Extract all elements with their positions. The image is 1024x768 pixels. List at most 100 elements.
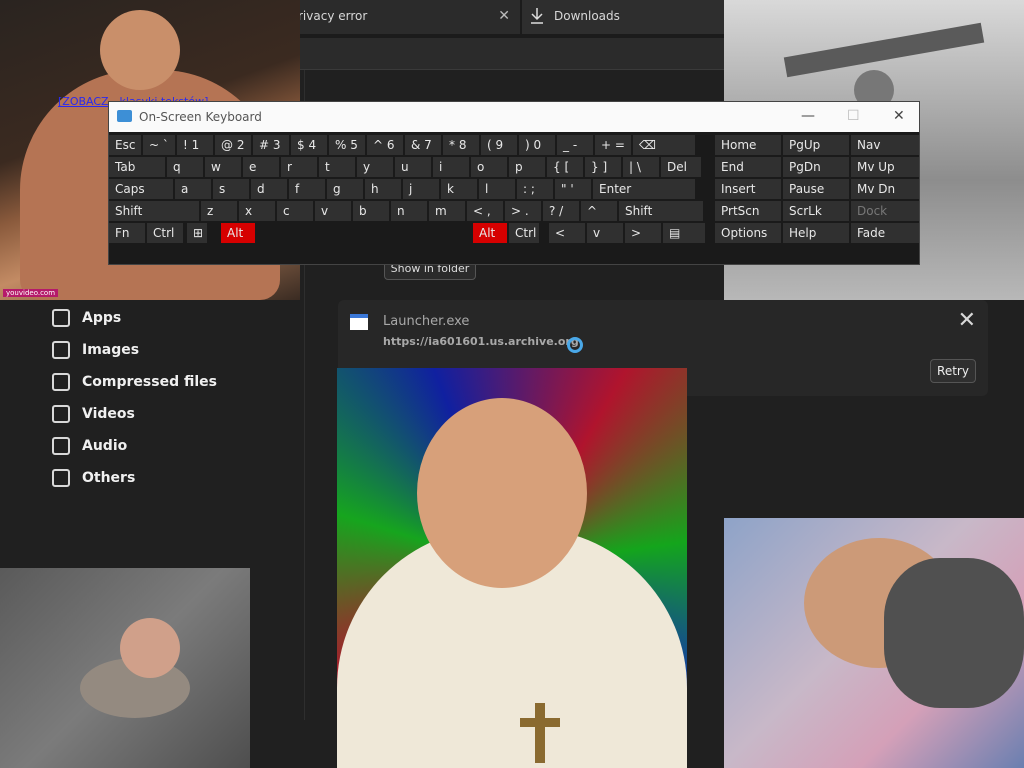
key-r[interactable]: r	[281, 157, 317, 177]
key-i[interactable]: i	[433, 157, 469, 177]
key-6[interactable]: ^ 6	[367, 135, 403, 155]
sidebar-item-audio[interactable]: Audio	[52, 435, 127, 457]
key-d[interactable]: d	[251, 179, 287, 199]
tab-privacy-error[interactable]: rivacy error ✕	[290, 0, 520, 34]
key-k[interactable]: k	[441, 179, 477, 199]
minimize-button[interactable]: —	[801, 108, 815, 124]
key-prtscn[interactable]: PrtScn	[715, 201, 781, 221]
download-filename[interactable]: Launcher.exe	[383, 314, 469, 329]
key-[interactable]: < ,	[467, 201, 503, 221]
key-insert[interactable]: Insert	[715, 179, 781, 199]
key-[interactable]: <	[549, 223, 585, 243]
key-mv-dn[interactable]: Mv Dn	[851, 179, 919, 199]
key-[interactable]: ^	[581, 201, 617, 221]
key-b[interactable]: b	[353, 201, 389, 221]
key-shift[interactable]: Shift	[619, 201, 703, 221]
key-[interactable]: : ;	[517, 179, 553, 199]
close-icon[interactable]: ✕	[958, 308, 976, 333]
key-pgdn[interactable]: PgDn	[783, 157, 849, 177]
retry-button[interactable]: Retry	[930, 359, 976, 383]
key-m[interactable]: m	[429, 201, 465, 221]
key-g[interactable]: g	[327, 179, 363, 199]
key-y[interactable]: y	[357, 157, 393, 177]
key-x[interactable]: x	[239, 201, 275, 221]
key-alt[interactable]: Alt	[221, 223, 255, 243]
key-caps[interactable]: Caps	[109, 179, 173, 199]
key-[interactable]: { [	[547, 157, 583, 177]
key-o[interactable]: o	[471, 157, 507, 177]
key-home[interactable]: Home	[715, 135, 781, 155]
key-u[interactable]: u	[395, 157, 431, 177]
key-[interactable]: } ]	[585, 157, 621, 177]
sidebar-item-compressed[interactable]: Compressed files	[52, 371, 217, 393]
on-screen-keyboard-window: On-Screen Keyboard — ☐ ✕ Esc ~ `! 1 @ 2 # 3…	[108, 101, 920, 265]
key-l[interactable]: l	[479, 179, 515, 199]
archive-icon	[52, 373, 70, 391]
key-dock[interactable]: Dock	[851, 201, 919, 221]
key-s[interactable]: s	[213, 179, 249, 199]
key-shift[interactable]: Shift	[109, 201, 199, 221]
sidebar-item-images[interactable]: Images	[52, 339, 139, 361]
key-v[interactable]: v	[315, 201, 351, 221]
key-9[interactable]: ( 9	[481, 135, 517, 155]
key-[interactable]: " '	[555, 179, 591, 199]
key-[interactable]: _ -	[557, 135, 593, 155]
osk-titlebar[interactable]: On-Screen Keyboard — ☐ ✕	[109, 102, 919, 132]
key-tab[interactable]: Tab	[109, 157, 165, 177]
key-5[interactable]: % 5	[329, 135, 365, 155]
key-v[interactable]: v	[587, 223, 623, 243]
keyboard-icon	[117, 110, 132, 122]
key-enter[interactable]: Enter	[593, 179, 695, 199]
key-3[interactable]: # 3	[253, 135, 289, 155]
key-esc[interactable]: Esc	[109, 135, 141, 155]
key-alt[interactable]: Alt	[473, 223, 507, 243]
close-button[interactable]: ✕	[893, 108, 905, 124]
key-0[interactable]: ) 0	[519, 135, 555, 155]
key-t[interactable]: t	[319, 157, 355, 177]
key-pause[interactable]: Pause	[783, 179, 849, 199]
key-ctrl[interactable]: Ctrl	[509, 223, 539, 243]
key-[interactable]: | \	[623, 157, 659, 177]
key-2[interactable]: @ 2	[215, 135, 251, 155]
key-[interactable]: + =	[595, 135, 631, 155]
key-1[interactable]: ! 1	[177, 135, 213, 155]
key-pgup[interactable]: PgUp	[783, 135, 849, 155]
key-z[interactable]: z	[201, 201, 237, 221]
key-mv-up[interactable]: Mv Up	[851, 157, 919, 177]
key-c[interactable]: c	[277, 201, 313, 221]
key-[interactable]: ⊞	[187, 223, 207, 243]
key-8[interactable]: * 8	[443, 135, 479, 155]
key-fade[interactable]: Fade	[851, 223, 919, 243]
key-h[interactable]: h	[365, 179, 401, 199]
tab-downloads[interactable]: Downloads	[522, 0, 724, 34]
key-n[interactable]: n	[391, 201, 427, 221]
key-j[interactable]: j	[403, 179, 439, 199]
key-[interactable]: > .	[505, 201, 541, 221]
sidebar-item-apps[interactable]: Apps	[52, 307, 121, 329]
sidebar-item-others[interactable]: Others	[52, 467, 135, 489]
key-[interactable]: >	[625, 223, 661, 243]
close-icon[interactable]: ✕	[498, 8, 510, 24]
key-del[interactable]: Del	[661, 157, 701, 177]
key-7[interactable]: & 7	[405, 135, 441, 155]
key-[interactable]: ? /	[543, 201, 579, 221]
key-q[interactable]: q	[167, 157, 203, 177]
key-4[interactable]: $ 4	[291, 135, 327, 155]
key-f[interactable]: f	[289, 179, 325, 199]
key-nav[interactable]: Nav	[851, 135, 919, 155]
key-ctrl[interactable]: Ctrl	[147, 223, 183, 243]
key-options[interactable]: Options	[715, 223, 781, 243]
key-end[interactable]: End	[715, 157, 781, 177]
key-p[interactable]: p	[509, 157, 545, 177]
key-w[interactable]: w	[205, 157, 241, 177]
key-scrlk[interactable]: ScrLk	[783, 201, 849, 221]
key-[interactable]: ▤	[663, 223, 705, 243]
sidebar-item-videos[interactable]: Videos	[52, 403, 135, 425]
maximize-button[interactable]: ☐	[847, 108, 860, 124]
key-[interactable]: ⌫	[633, 135, 695, 155]
key-fn[interactable]: Fn	[109, 223, 145, 243]
key-a[interactable]: a	[175, 179, 211, 199]
key-[interactable]: ~ `	[143, 135, 175, 155]
key-help[interactable]: Help	[783, 223, 849, 243]
key-e[interactable]: e	[243, 157, 279, 177]
